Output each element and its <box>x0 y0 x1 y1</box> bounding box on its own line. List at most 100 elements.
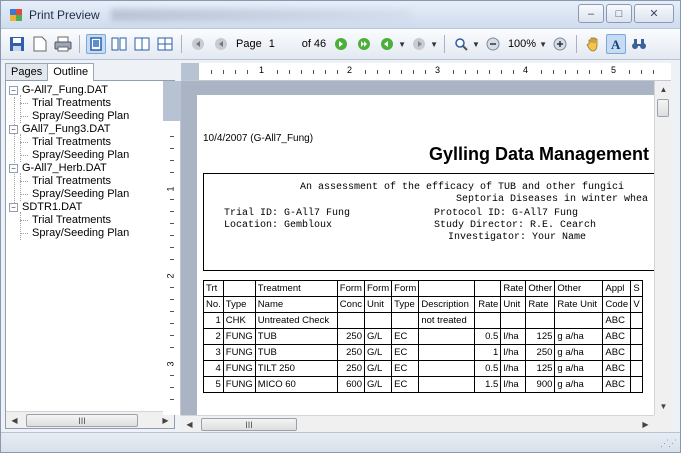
scroll-right-icon[interactable]: ▶ <box>637 416 654 433</box>
table-header-cell <box>474 280 502 297</box>
last-page-icon[interactable] <box>354 34 374 54</box>
tree-node-section[interactable]: Trial Treatments <box>20 96 111 110</box>
history-back-icon[interactable] <box>377 34 397 54</box>
table-cell <box>500 312 527 329</box>
table-header-cell <box>222 280 256 297</box>
tree-node-section[interactable]: Trial Treatments <box>20 135 112 149</box>
scroll-thumb[interactable] <box>657 99 669 117</box>
tree-node-section[interactable]: Spray/Seeding Plan <box>20 148 129 162</box>
previous-page-icon[interactable] <box>211 34 231 54</box>
table-header-cell: Type <box>391 296 420 313</box>
zoom-icon[interactable] <box>451 34 471 54</box>
preview-vertical-scrollbar[interactable]: ▲ ▼ <box>654 81 671 415</box>
preview-canvas[interactable]: 10/4/2007 (G-All7_Fung) Gylling Data Man… <box>181 81 654 415</box>
table-cell: G/L <box>363 376 393 393</box>
tree-node-label: G-All7_Fung.DAT <box>22 84 108 96</box>
scroll-thumb[interactable]: III <box>26 414 138 427</box>
first-page-icon[interactable] <box>188 34 208 54</box>
table-cell: 1 <box>203 312 224 329</box>
table-cell: TUB <box>254 344 338 361</box>
tree-node-file[interactable]: − G-All7_Fung.DAT <box>9 83 108 97</box>
hand-tool-icon[interactable] <box>583 34 603 54</box>
table-cell <box>336 312 365 329</box>
scroll-down-icon[interactable]: ▼ <box>655 398 672 415</box>
new-page-icon[interactable] <box>30 34 50 54</box>
scroll-thumb[interactable]: III <box>201 418 297 431</box>
print-icon[interactable] <box>53 34 73 54</box>
zoom-out-icon[interactable] <box>483 34 503 54</box>
zoom-level-select[interactable]: 100% <box>508 38 536 50</box>
table-cell: FUNG <box>222 344 256 361</box>
collapse-icon[interactable]: − <box>9 202 18 212</box>
trial-title-line-1: An assessment of the efficacy of TUB and… <box>300 182 625 193</box>
tab-outline[interactable]: Outline <box>47 63 95 81</box>
tree-node-file[interactable]: − G-All7_Herb.DAT <box>9 161 107 175</box>
zoom-in-icon[interactable] <box>550 34 570 54</box>
tree-node-file[interactable]: − SDTR1.DAT <box>9 200 82 214</box>
table-cell: 0.5 <box>474 328 502 345</box>
history-forward-icon[interactable] <box>409 34 429 54</box>
table-row: 4 FUNG TILT 250 250 G/L EC 0.5 l/ha 125 … <box>203 360 643 377</box>
tree-connector <box>20 155 28 156</box>
maximize-button[interactable]: □ <box>606 4 632 23</box>
table-cell: FUNG <box>222 328 256 345</box>
table-cell <box>525 312 556 329</box>
table-cell: ABC <box>602 376 632 393</box>
scroll-left-icon[interactable]: ◀ <box>181 416 198 433</box>
tree-node-section[interactable]: Trial Treatments <box>20 213 111 227</box>
text-select-icon[interactable]: A <box>606 34 626 54</box>
chevron-down-icon[interactable]: ▼ <box>430 40 438 49</box>
table-cell: EC <box>391 328 420 345</box>
tab-pages[interactable]: Pages <box>5 63 49 80</box>
close-button[interactable]: ✕ <box>634 4 674 23</box>
scroll-up-icon[interactable]: ▲ <box>655 81 672 98</box>
tree-node-label: Trial Treatments <box>32 136 112 148</box>
chevron-down-icon[interactable]: ▼ <box>398 40 406 49</box>
tree-node-label: G-All7_Herb.DAT <box>22 162 107 174</box>
two-page-view-icon[interactable] <box>109 34 129 54</box>
find-icon[interactable] <box>629 34 649 54</box>
tree-node-file[interactable]: − GAll7_Fung3.DAT <box>9 122 110 136</box>
collapse-icon[interactable]: − <box>9 124 18 134</box>
tree-node-section[interactable]: Spray/Seeding Plan <box>20 226 129 240</box>
investigator: Investigator: Your Name <box>448 232 587 243</box>
chevron-down-icon[interactable]: ▼ <box>539 40 547 49</box>
tree-connector <box>20 212 21 240</box>
table-header-cell: Unit <box>363 296 393 313</box>
table-cell: TILT 250 <box>254 360 338 377</box>
table-header-cell: Form <box>391 280 420 297</box>
chevron-down-icon[interactable]: ▼ <box>472 40 480 49</box>
tree-node-section[interactable]: Trial Treatments <box>20 174 111 188</box>
page-count-label: of 46 <box>301 38 327 50</box>
tree-connector <box>20 142 28 143</box>
table-header-cell: Code <box>602 296 632 313</box>
multi-page-view-icon[interactable] <box>155 34 175 54</box>
table-cell: EC <box>391 360 420 377</box>
resize-grip-icon[interactable]: ⋰⋰ <box>660 438 677 449</box>
table-header-cell: Treatment <box>254 280 338 297</box>
next-page-icon[interactable] <box>331 34 351 54</box>
collapse-icon[interactable]: − <box>9 85 18 95</box>
outline-horizontal-scrollbar[interactable]: ◀ III ▶ <box>6 411 174 428</box>
table-cell: not treated <box>418 312 476 329</box>
toolbar-separator <box>181 35 182 53</box>
minimize-button[interactable]: – <box>578 4 604 23</box>
table-cell: l/ha <box>500 360 527 377</box>
table-header-cell: Rate <box>525 296 556 313</box>
collapse-icon[interactable]: − <box>9 163 18 173</box>
save-icon[interactable] <box>7 34 27 54</box>
svg-text:A: A <box>611 37 621 51</box>
preview-horizontal-scrollbar[interactable]: ◀ III ▶ <box>181 415 654 432</box>
page-number-input[interactable]: 1 <box>269 38 295 50</box>
table-cell: G/L <box>363 360 393 377</box>
trial-location: Location: Gembloux <box>224 220 333 231</box>
ruler-number: 5 <box>611 65 617 75</box>
table-header-cell: Description <box>418 296 476 313</box>
tree-node-section[interactable]: Spray/Seeding Plan <box>20 109 129 123</box>
tree-node-section[interactable]: Spray/Seeding Plan <box>20 187 129 201</box>
scroll-left-icon[interactable]: ◀ <box>6 412 23 428</box>
single-page-view-icon[interactable] <box>86 34 106 54</box>
table-row: 2 FUNG TUB 250 G/L EC 0.5 l/ha 125 g a/h… <box>203 328 643 345</box>
continuous-view-icon[interactable] <box>132 34 152 54</box>
tree-connector <box>20 116 28 117</box>
